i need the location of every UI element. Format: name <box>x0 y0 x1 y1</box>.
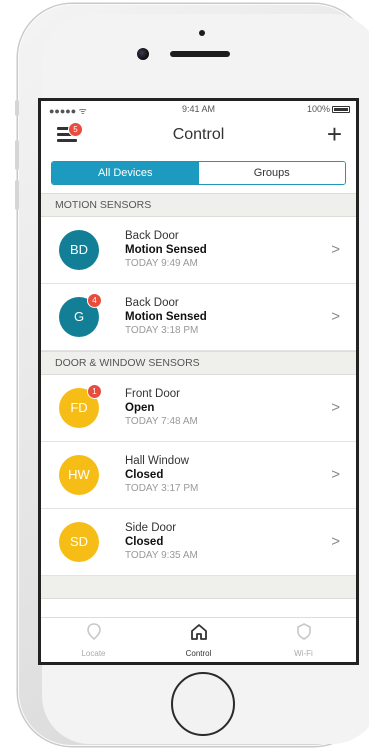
shield-icon <box>296 623 311 640</box>
notification-badge: 4 <box>87 293 102 308</box>
notification-badge: 1 <box>87 384 102 399</box>
menu-button[interactable]: 5 <box>57 122 83 143</box>
mute-switch <box>15 100 19 116</box>
battery-percent: 100% <box>306 104 330 114</box>
segment-all-devices[interactable]: All Devices <box>52 162 199 184</box>
avatar: SD <box>59 522 99 562</box>
device-name: Back Door <box>125 297 179 309</box>
location-pin-icon <box>86 623 101 641</box>
chevron-right-icon: > <box>331 533 340 550</box>
avatar-initials: SD <box>69 534 89 549</box>
chevron-right-icon: > <box>331 399 340 416</box>
section-header-motion: MOTION SENSORS <box>41 193 356 217</box>
battery-indicator: 100% <box>307 104 350 114</box>
chevron-right-icon: > <box>331 466 340 483</box>
device-timestamp: TODAY 7:48 AM <box>125 416 198 427</box>
avatar-initials: FD <box>70 400 88 415</box>
volume-down-button <box>15 180 19 210</box>
home-button[interactable] <box>171 672 235 736</box>
device-state: Closed <box>125 469 164 481</box>
device-name: Hall Window <box>125 455 189 467</box>
segmented-control: All Devices Groups <box>51 161 346 185</box>
page-title: Control <box>172 126 225 143</box>
tab-label: Locate <box>81 649 106 658</box>
avatar-initials: HW <box>68 467 90 482</box>
proximity-sensor <box>199 30 205 36</box>
list-item[interactable]: BD Back Door Motion Sensed TODAY 9:49 AM… <box>41 217 356 284</box>
avatar: FD 1 <box>59 384 102 428</box>
section-header-door-window: DOOR & WINDOW SENSORS <box>41 351 356 375</box>
notification-badge: 5 <box>68 122 83 137</box>
avatar: G 4 <box>59 293 102 337</box>
device-timestamp: TODAY 3:17 PM <box>125 483 199 494</box>
tab-locate[interactable]: Locate <box>41 618 146 662</box>
home-icon <box>190 624 207 640</box>
device-state: Open <box>125 402 155 414</box>
avatar-initials: G <box>73 309 85 324</box>
list-item[interactable]: SD Side Door Closed TODAY 9:35 AM > <box>41 509 356 576</box>
device-timestamp: TODAY 3:18 PM <box>125 325 199 336</box>
tab-control[interactable]: Control <box>146 618 251 662</box>
device-name: Side Door <box>125 522 177 534</box>
list-footer-spacer <box>41 576 356 599</box>
device-state: Motion Sensed <box>125 311 207 323</box>
device-name: Front Door <box>125 388 180 400</box>
device-state: Motion Sensed <box>125 244 207 256</box>
device-timestamp: TODAY 9:49 AM <box>125 258 198 269</box>
tab-bar: Locate Control Wi-Fi <box>41 617 356 662</box>
app-screen: ●●●●● ᯤ 9:41 AM 100% 5 Control + All Dev… <box>38 98 359 665</box>
avatar: HW <box>59 455 99 495</box>
list-item[interactable]: HW Hall Window Closed TODAY 3:17 PM > <box>41 442 356 509</box>
status-bar: ●●●●● ᯤ 9:41 AM 100% <box>41 101 356 117</box>
chevron-right-icon: > <box>331 308 340 325</box>
earpiece-speaker <box>170 51 230 57</box>
front-camera <box>137 48 149 60</box>
tab-label: Wi-Fi <box>294 649 313 658</box>
tab-label: Control <box>185 649 212 658</box>
hamburger-icon-bar <box>57 139 77 142</box>
list-item[interactable]: G 4 Back Door Motion Sensed TODAY 3:18 P… <box>41 284 356 351</box>
avatar-initials: BD <box>69 242 89 257</box>
chevron-right-icon: > <box>331 241 340 258</box>
battery-icon <box>332 105 350 113</box>
device-name: Back Door <box>125 230 179 242</box>
volume-up-button <box>15 140 19 170</box>
avatar: BD <box>59 230 99 270</box>
device-timestamp: TODAY 9:35 AM <box>125 550 198 561</box>
device-state: Closed <box>125 536 164 548</box>
add-button[interactable]: + <box>327 121 342 147</box>
segment-groups[interactable]: Groups <box>198 162 345 184</box>
nav-bar: 5 Control + <box>41 117 356 153</box>
list-item[interactable]: FD 1 Front Door Open TODAY 7:48 AM > <box>41 375 356 442</box>
tab-wifi[interactable]: Wi-Fi <box>251 618 356 662</box>
